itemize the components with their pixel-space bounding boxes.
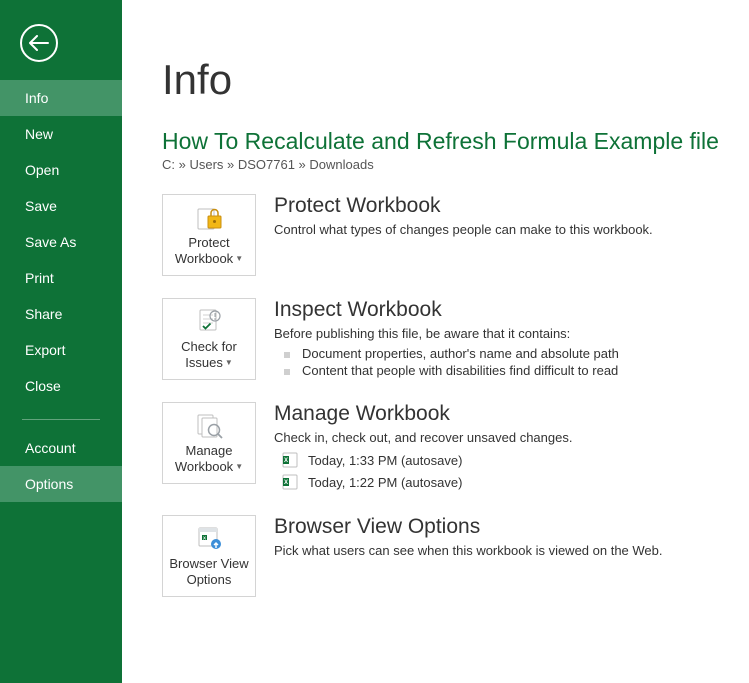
manage-version-list: X Today, 1:33 PM (autosave) X Today, 1:22 P… <box>274 449 749 493</box>
excel-file-icon: X <box>282 452 298 468</box>
bullet-icon <box>284 352 290 358</box>
document-path: C: » Users » DSO7761 » Downloads <box>162 157 749 172</box>
browser-view-icon: X <box>194 524 224 552</box>
tile-label-line1: Protect <box>188 235 229 251</box>
tile-label-line2: Workbook <box>175 459 233 475</box>
issue-text: Content that people with disabilities fi… <box>302 363 618 378</box>
section-browser: X Browser View Options Browser View Opti… <box>162 515 749 597</box>
protect-workbook-button[interactable]: Protect Workbook ▼ <box>162 194 256 276</box>
sidebar-item-account[interactable]: Account <box>0 430 122 466</box>
document-title: How To Recalculate and Refresh Formula E… <box>162 128 749 155</box>
issue-item: Document properties, author's name and a… <box>274 345 749 362</box>
version-text: Today, 1:33 PM (autosave) <box>308 453 462 468</box>
inspect-issue-list: Document properties, author's name and a… <box>274 345 749 379</box>
chevron-down-icon: ▼ <box>235 462 243 472</box>
version-item[interactable]: X Today, 1:33 PM (autosave) <box>274 449 749 471</box>
chevron-down-icon: ▼ <box>235 254 243 264</box>
sidebar-divider <box>22 419 100 420</box>
svg-text:X: X <box>203 536 206 541</box>
excel-file-icon: X <box>282 474 298 490</box>
manage-workbook-button[interactable]: Manage Workbook ▼ <box>162 402 256 484</box>
tile-label-line2: Issues <box>185 355 223 371</box>
manage-body: Manage Workbook Check in, check out, and… <box>274 402 749 493</box>
browser-desc: Pick what users can see when this workbo… <box>274 543 749 558</box>
sidebar-item-options[interactable]: Options <box>0 466 122 502</box>
chevron-down-icon: ▼ <box>225 358 233 368</box>
page-title: Info <box>162 56 749 104</box>
backstage-content: Info How To Recalculate and Refresh Form… <box>122 0 749 683</box>
version-text: Today, 1:22 PM (autosave) <box>308 475 462 490</box>
svg-text:X: X <box>284 480 288 486</box>
sidebar-item-print[interactable]: Print <box>0 260 122 296</box>
sidebar-item-info[interactable]: Info <box>0 80 122 116</box>
sidebar-item-open[interactable]: Open <box>0 152 122 188</box>
svg-text:X: X <box>284 458 288 464</box>
tile-label-line1: Browser View <box>169 556 248 572</box>
protect-body: Protect Workbook Control what types of c… <box>274 194 749 276</box>
version-item[interactable]: X Today, 1:22 PM (autosave) <box>274 471 749 493</box>
tile-label-line2: Workbook <box>175 251 233 267</box>
back-button[interactable] <box>20 24 58 62</box>
sidebar-main-items: InfoNewOpenSaveSave AsPrintShareExportCl… <box>0 80 122 404</box>
backstage-sidebar: InfoNewOpenSaveSave AsPrintShareExportCl… <box>0 0 122 683</box>
check-for-issues-button[interactable]: Check for Issues ▼ <box>162 298 256 380</box>
bullet-icon <box>284 369 290 375</box>
issue-item: Content that people with disabilities fi… <box>274 362 749 379</box>
protect-desc: Control what types of changes people can… <box>274 222 749 237</box>
sidebar-item-new[interactable]: New <box>0 116 122 152</box>
browser-body: Browser View Options Pick what users can… <box>274 515 749 597</box>
browser-title: Browser View Options <box>274 515 749 539</box>
lock-icon <box>194 203 224 231</box>
sidebar-item-save[interactable]: Save <box>0 188 122 224</box>
tile-label-line2: Options <box>187 572 232 588</box>
inspect-icon <box>194 307 224 335</box>
section-protect: Protect Workbook ▼ Protect Workbook Cont… <box>162 194 749 276</box>
manage-icon <box>194 411 224 439</box>
inspect-title: Inspect Workbook <box>274 298 749 322</box>
sidebar-item-saveas[interactable]: Save As <box>0 224 122 260</box>
inspect-desc: Before publishing this file, be aware th… <box>274 326 749 341</box>
manage-desc: Check in, check out, and recover unsaved… <box>274 430 749 445</box>
section-manage: Manage Workbook ▼ Manage Workbook Check … <box>162 402 749 493</box>
sidebar-item-share[interactable]: Share <box>0 296 122 332</box>
sidebar-item-close[interactable]: Close <box>0 368 122 404</box>
inspect-body: Inspect Workbook Before publishing this … <box>274 298 749 380</box>
manage-title: Manage Workbook <box>274 402 749 426</box>
arrow-left-icon <box>29 35 49 51</box>
sidebar-item-export[interactable]: Export <box>0 332 122 368</box>
protect-title: Protect Workbook <box>274 194 749 218</box>
section-inspect: Check for Issues ▼ Inspect Workbook Befo… <box>162 298 749 380</box>
issue-text: Document properties, author's name and a… <box>302 346 619 361</box>
browser-view-options-button[interactable]: X Browser View Options <box>162 515 256 597</box>
tile-label-line1: Manage <box>186 443 233 459</box>
tile-label-line1: Check for <box>181 339 237 355</box>
sidebar-bottom-items: AccountOptions <box>0 430 122 502</box>
